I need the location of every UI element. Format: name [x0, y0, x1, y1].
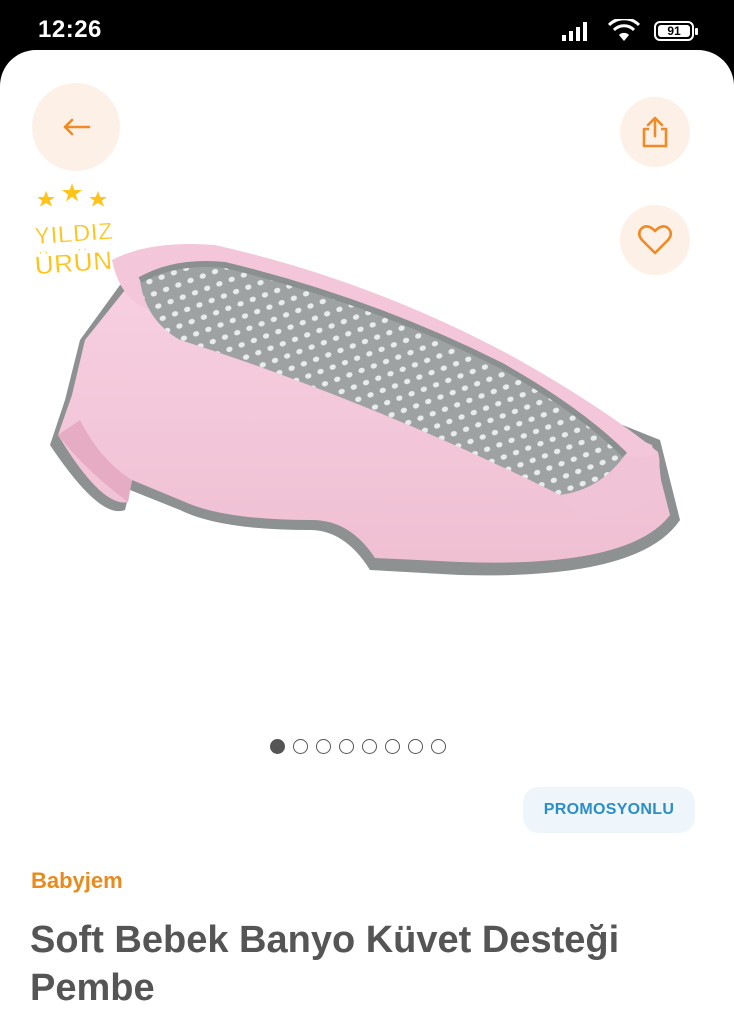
heart-icon: [637, 225, 673, 255]
pagination-dot[interactable]: [270, 739, 285, 754]
battery-tip: [695, 28, 698, 35]
product-title: Soft Bebek Banyo Küvet Desteği Pembe: [30, 919, 620, 1009]
product-image[interactable]: [40, 190, 700, 590]
pagination-dot[interactable]: [339, 739, 354, 754]
status-time: 12:26: [38, 16, 102, 43]
share-icon: [642, 116, 668, 148]
pagination-dot[interactable]: [431, 739, 446, 754]
back-button[interactable]: [32, 83, 120, 171]
favorite-button[interactable]: [620, 205, 690, 275]
battery-level: 91: [667, 24, 681, 38]
pagination-dot[interactable]: [316, 739, 331, 754]
signal-icon: [562, 22, 587, 41]
badge-graphic: YILDIZ ÜRÜN: [30, 176, 115, 281]
bath-seat-illustration: [50, 244, 680, 576]
pagination-dot[interactable]: [293, 739, 308, 754]
battery-icon: 91: [654, 21, 698, 41]
star-product-badge: YILDIZ ÜRÜN: [22, 176, 132, 288]
brand-link[interactable]: Babyjem: [31, 868, 123, 894]
share-button[interactable]: [620, 97, 690, 167]
back-arrow-icon: [63, 118, 91, 136]
product-sheet: YILDIZ ÜRÜN PROMOSYONLU Babyjem Soft Beb…: [0, 50, 734, 1024]
pagination-dot[interactable]: [362, 739, 377, 754]
status-icons: 91: [560, 17, 698, 45]
image-pagination: [270, 739, 446, 754]
badge-line2: ÜRÜN: [33, 245, 113, 280]
pagination-dot[interactable]: [408, 739, 423, 754]
pagination-dot[interactable]: [385, 739, 400, 754]
promo-badge: PROMOSYONLU: [523, 787, 695, 833]
wifi-icon: [608, 19, 640, 41]
